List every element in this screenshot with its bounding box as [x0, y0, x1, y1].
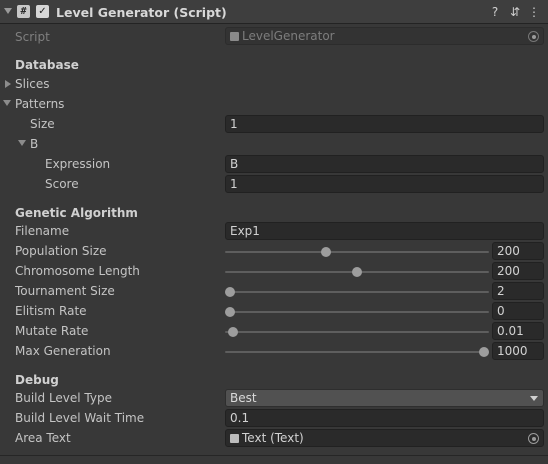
area-text-label: Area Text [15, 431, 71, 445]
slider-label: Tournament Size [15, 284, 115, 298]
script-field[interactable]: LevelGenerator [225, 27, 544, 45]
slider-thumb[interactable] [321, 247, 331, 257]
patterns-size-label: Size [30, 117, 55, 131]
slider-value-input[interactable]: 200 [492, 242, 544, 260]
component-title: Level Generator (Script) [56, 5, 227, 20]
script-file-icon [230, 32, 239, 41]
slider-label: Max Generation [15, 344, 111, 358]
filename-input[interactable]: Exp1 [225, 222, 544, 240]
patterns-size-input[interactable]: 1 [225, 115, 544, 133]
patterns-foldout-icon[interactable] [3, 100, 11, 106]
object-picker-icon[interactable] [528, 433, 539, 444]
patterns-foldout[interactable]: Patterns [15, 97, 64, 111]
inspector-bottom-divider [0, 455, 548, 456]
slider-value-input[interactable]: 1000 [492, 342, 544, 360]
slider-thumb[interactable] [227, 327, 238, 337]
script-label: Script [15, 30, 50, 44]
slider-value-input[interactable]: 0 [492, 302, 544, 320]
slider-track[interactable] [225, 351, 489, 353]
slider-thumb[interactable] [225, 287, 235, 297]
slider-thumb[interactable] [352, 267, 362, 277]
database-heading: Database [15, 58, 79, 72]
build-level-type-value: Best [230, 391, 257, 405]
help-icon[interactable]: ? [488, 5, 502, 19]
expression-label: Expression [45, 157, 111, 171]
build-level-wait-time-input[interactable]: 0.1 [225, 409, 544, 427]
area-text-value: Text (Text) [242, 431, 304, 445]
expression-input[interactable]: B [225, 155, 544, 173]
script-icon: # [17, 5, 30, 18]
slider-track[interactable] [225, 291, 489, 293]
build-level-type-dropdown[interactable]: Best [225, 389, 544, 407]
b-foldout-icon[interactable] [18, 140, 26, 146]
component-foldout-arrow-icon[interactable] [4, 8, 12, 14]
slider-value-input[interactable]: 200 [492, 262, 544, 280]
slices-foldout[interactable]: Slices [15, 77, 50, 91]
score-input[interactable]: 1 [225, 175, 544, 193]
slider-label: Mutate Rate [15, 324, 89, 338]
script-field-value: LevelGenerator [242, 29, 335, 43]
slider-value-input[interactable]: 0.01 [492, 322, 544, 340]
slices-foldout-icon[interactable] [5, 80, 11, 88]
build-level-type-label: Build Level Type [15, 391, 112, 405]
build-level-wait-time-label: Build Level Wait Time [15, 411, 145, 425]
preset-icon[interactable]: ⇵ [508, 5, 522, 19]
slider-track[interactable] [225, 311, 489, 313]
genetic-algorithm-heading: Genetic Algorithm [15, 206, 138, 220]
slider-track[interactable] [225, 251, 489, 253]
b-foldout[interactable]: B [30, 137, 38, 151]
score-label: Score [45, 177, 79, 191]
debug-heading: Debug [15, 373, 59, 387]
slider-label: Chromosome Length [15, 264, 140, 278]
area-text-object-field[interactable]: Text (Text) [225, 429, 544, 447]
object-picker-icon[interactable] [528, 31, 539, 42]
slider-label: Elitism Rate [15, 304, 87, 318]
slider-label: Population Size [15, 244, 107, 258]
slider-track[interactable] [225, 331, 489, 333]
slider-thumb[interactable] [479, 347, 489, 357]
filename-label: Filename [15, 224, 70, 238]
slider-thumb[interactable] [225, 307, 235, 317]
text-component-icon [230, 434, 239, 443]
component-enabled-checkbox[interactable]: ✓ [36, 5, 49, 18]
more-menu-icon[interactable]: ⋮ [527, 5, 541, 19]
chevron-down-icon [530, 396, 538, 401]
slider-value-input[interactable]: 2 [492, 282, 544, 300]
